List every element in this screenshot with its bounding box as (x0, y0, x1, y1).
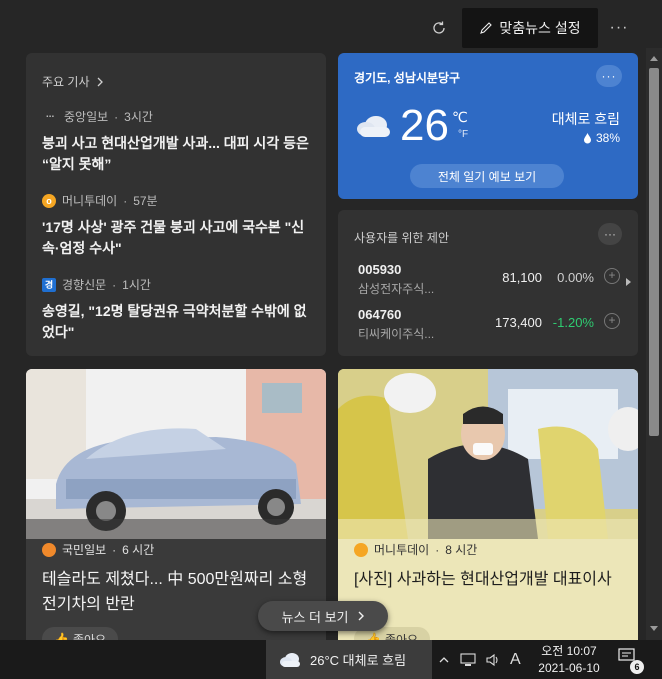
weather-condition: 대체로 흐림 (551, 111, 620, 127)
scroll-up-arrow-icon[interactable] (650, 56, 658, 61)
stocks-header: 사용자를 위한 제안 (354, 231, 449, 245)
full-forecast-button[interactable]: 전체 일기 예보 보기 (410, 164, 564, 188)
story-time: 1시간 (122, 278, 151, 292)
stock-change: 0.00% (557, 270, 594, 285)
stock-price: 81,100 (502, 270, 542, 285)
unit-fahrenheit[interactable]: °F (458, 129, 468, 140)
more-options-button[interactable]: ··· (606, 8, 632, 48)
system-tray: A (438, 640, 521, 679)
cloud-icon (357, 116, 390, 137)
notification-badge: 6 (630, 660, 644, 674)
network-icon[interactable] (460, 652, 476, 667)
chevron-right-icon (97, 77, 103, 86)
action-center-button[interactable]: 6 (616, 646, 646, 674)
news-source: 국민일보 · 6 시간 (42, 541, 154, 558)
story-time: 57분 (133, 194, 158, 208)
like-button[interactable]: 👍 좋아요 (42, 627, 119, 640)
cloud-icon (280, 652, 300, 667)
chevron-up-icon[interactable] (438, 655, 450, 665)
story-source: 경향신문 (62, 278, 107, 292)
news-title[interactable]: [사진] 사과하는 현대산업개발 대표이사 (354, 567, 624, 592)
story-source: 머니투데이 (62, 194, 118, 208)
stock-price: 173,400 (495, 315, 542, 330)
ime-indicator[interactable]: A (510, 651, 521, 669)
story-source: 중앙일보 (64, 110, 109, 124)
story-title[interactable]: 송영길, "12명 탈당권유 극약처분할 수밖에 없었다" (42, 301, 314, 343)
clock-date: 2021-06-10 (538, 661, 600, 675)
joongang-logo-icon: ⋯ (46, 112, 54, 121)
refresh-button[interactable] (424, 8, 454, 48)
weather-card[interactable]: 경기도, 성남시분당구 ··· 26 ℃ °F 대체로 흐림 38% 전체 일기… (338, 53, 638, 199)
thumbs-up-icon: 👍 (366, 632, 381, 640)
unit-celsius[interactable]: ℃ (452, 109, 468, 126)
moneytoday-logo-icon (354, 542, 368, 557)
weather-temperature: 26 (400, 101, 449, 150)
top-story-item[interactable]: ⋯ 중앙일보 · 3시간 붕괴 사고 현대산업개발 사과... 대피 시각 등은… (42, 108, 314, 175)
top-stories-card: 주요 기사 ⋯ 중앙일보 · 3시간 붕괴 사고 현대산업개발 사과... 대피… (26, 53, 326, 356)
news-actions: 👍 좋아요 (42, 627, 119, 640)
volume-icon[interactable] (486, 653, 500, 667)
weather-location: 경기도, 성남시분당구 (354, 71, 461, 85)
thumbs-up-icon: 👍 (54, 632, 69, 640)
taskbar: 26°C 대체로 흐림 A 오전 10:07 2021-06-10 6 (0, 640, 662, 679)
stock-change: -1.20% (552, 315, 594, 330)
top-story-item[interactable]: o 머니투데이 · 57분 '17명 사상' 광주 건물 붕괴 사고에 국수본 … (42, 192, 314, 259)
stock-code: 005930 (358, 262, 402, 277)
scrollbar[interactable] (646, 48, 662, 640)
see-more-news-button[interactable]: 뉴스 더 보기 (258, 601, 388, 631)
stocks-more-button[interactable]: ··· (598, 223, 622, 245)
weather-precipitation: 38% (583, 131, 620, 145)
news-interests-flyout: 맞춤뉴스 설정 ··· 주요 기사 ⋯ 중앙일보 · 3시간 붕괴 사고 현대산… (0, 0, 662, 640)
story-time: 3시간 (124, 110, 153, 124)
taskbar-weather-button[interactable]: 26°C 대체로 흐림 (266, 640, 432, 679)
next-arrow-icon[interactable] (626, 278, 631, 286)
stock-row[interactable]: 005930 삼성전자주식... 81,100 0.00% + (358, 262, 622, 298)
clock-time: 오전 10:07 (541, 644, 597, 658)
chevron-right-icon (358, 611, 364, 621)
news-card[interactable]: 머니투데이 · 8 시간 [사진] 사과하는 현대산업개발 대표이사 👍 좋아요 (338, 369, 638, 640)
personalize-label: 맞춤뉴스 설정 (499, 20, 581, 36)
news-card[interactable]: 국민일보 · 6 시간 테슬라도 제쳤다... 中 500만원짜리 소형 전기차… (26, 369, 326, 640)
kukmin-logo-icon (42, 542, 56, 557)
story-title[interactable]: '17명 사상' 광주 건물 붕괴 사고에 국수본 "신속·엄정 수사" (42, 217, 314, 259)
flyout-toolbar: 맞춤뉴스 설정 ··· (0, 8, 662, 48)
pencil-icon (480, 22, 493, 34)
taskbar-clock[interactable]: 오전 10:07 2021-06-10 (528, 643, 610, 677)
personalize-button[interactable]: 맞춤뉴스 설정 (462, 8, 598, 48)
news-image-apology (338, 369, 638, 539)
top-stories-title: 주요 기사 (42, 75, 90, 89)
stock-row[interactable]: 064760 티씨케이주식... 173,400 -1.20% + (358, 307, 622, 343)
stock-name: 삼성전자주식... (358, 282, 435, 296)
scroll-down-arrow-icon[interactable] (650, 626, 658, 631)
top-story-item[interactable]: 경 경향신문 · 1시간 송영길, "12명 탈당권유 극약처분할 수밖에 없었… (42, 276, 314, 343)
scroll-thumb[interactable] (649, 68, 659, 436)
story-title[interactable]: 붕괴 사고 현대산업개발 사과... 대피 시각 등은 “알지 못해” (42, 133, 314, 175)
stock-name: 티씨케이주식... (358, 327, 435, 341)
weather-more-button[interactable]: ··· (596, 65, 622, 87)
taskbar-weather-text: 26°C 대체로 흐림 (310, 653, 407, 668)
stock-suggestions-card: 사용자를 위한 제안 ··· 005930 삼성전자주식... 81,100 0… (338, 210, 638, 356)
moneytoday-logo-icon: o (42, 193, 56, 208)
raindrop-icon (583, 133, 591, 144)
refresh-icon (433, 21, 445, 34)
add-stock-icon[interactable]: + (604, 313, 620, 329)
news-source: 머니투데이 · 8 시간 (354, 541, 477, 558)
stock-code: 064760 (358, 307, 402, 322)
kyunghyang-logo-icon: 경 (42, 277, 56, 292)
news-image-electric-car (26, 369, 326, 539)
add-stock-icon[interactable]: + (604, 268, 620, 284)
top-stories-header[interactable]: 주요 기사 (42, 73, 104, 90)
